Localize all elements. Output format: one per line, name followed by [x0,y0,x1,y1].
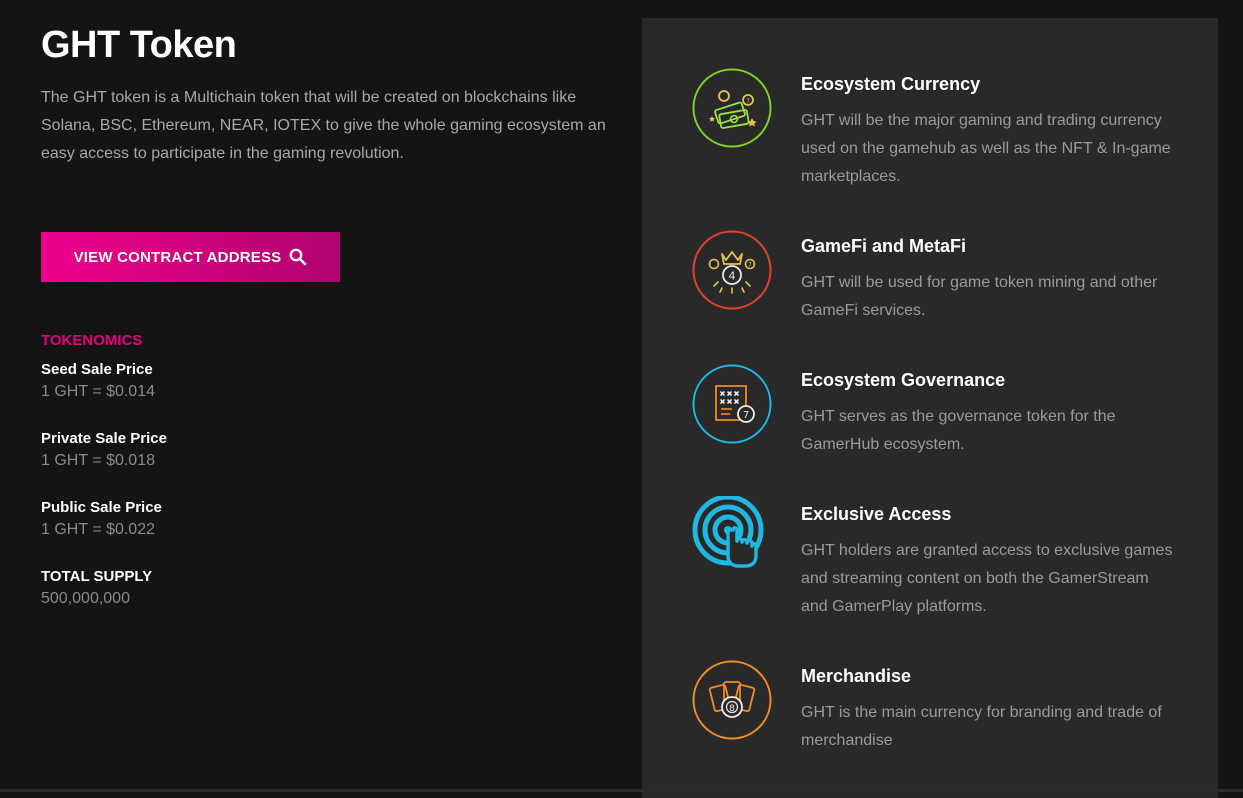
view-contract-address-button[interactable]: VIEW CONTRACT ADDRESS [41,232,340,282]
feature-title: GameFi and MetaFi [801,236,967,256]
tokenomics-label: Public Sale Price [41,499,162,516]
tokenomics-item: Seed Sale Price 1 GHT = $0.014 [41,360,155,404]
tokenomics-label: Seed Sale Price [41,361,153,378]
tokenomics-item: Private Sale Price 1 GHT = $0.018 [41,429,167,473]
tap-hand-icon [692,496,764,568]
tokenomics-value: 500,000,000 [41,590,130,607]
tokenomics-label: Private Sale Price [41,430,167,447]
feature-title: Merchandise [801,666,912,686]
feature-description: GHT serves as the governance token for t… [801,408,1116,453]
svg-text:7: 7 [748,262,752,269]
tokenomics-label: TOTAL SUPPLY [41,568,153,585]
svg-text:7: 7 [746,98,750,105]
intro-text: The GHT token is a Multichain token that… [41,89,606,162]
search-icon [290,248,307,266]
tokenomics-item: TOTAL SUPPLY 500,000,000 [41,567,152,611]
features-panel: 7 Ecosystem Currency GHT will be the maj… [642,18,1218,798]
ballot-ticket-icon: 7 [692,364,772,444]
page-title: GHT Token [41,24,237,66]
feature-title: Ecosystem Governance [801,370,1006,390]
tokenomics-heading: TOKENOMICS [41,332,143,349]
feature-description: GHT holders are granted access to exclus… [801,542,1173,615]
svg-text:4: 4 [729,270,736,283]
feature-title: Ecosystem Currency [801,74,981,94]
feature-title: Exclusive Access [801,504,952,524]
tokenomics-value: 1 GHT = $0.018 [41,452,155,469]
tokenomics-value: 1 GHT = $0.022 [41,521,155,538]
tokenomics-value: 1 GHT = $0.014 [41,383,155,400]
feature-description: GHT will be used for game token mining a… [801,274,1158,319]
tickets-icon: 8 [692,660,772,740]
svg-text:7: 7 [743,410,749,421]
view-contract-address-label: VIEW CONTRACT ADDRESS [73,248,282,266]
money-icon: 7 [692,68,772,148]
feature-description: GHT will be the major gaming and trading… [801,112,1171,185]
tokenomics-item: Public Sale Price 1 GHT = $0.022 [41,498,162,542]
feature-description: GHT is the main currency for branding an… [801,704,1162,749]
crown-ball-icon: 4 7 [692,230,772,310]
svg-text:8: 8 [729,704,735,714]
